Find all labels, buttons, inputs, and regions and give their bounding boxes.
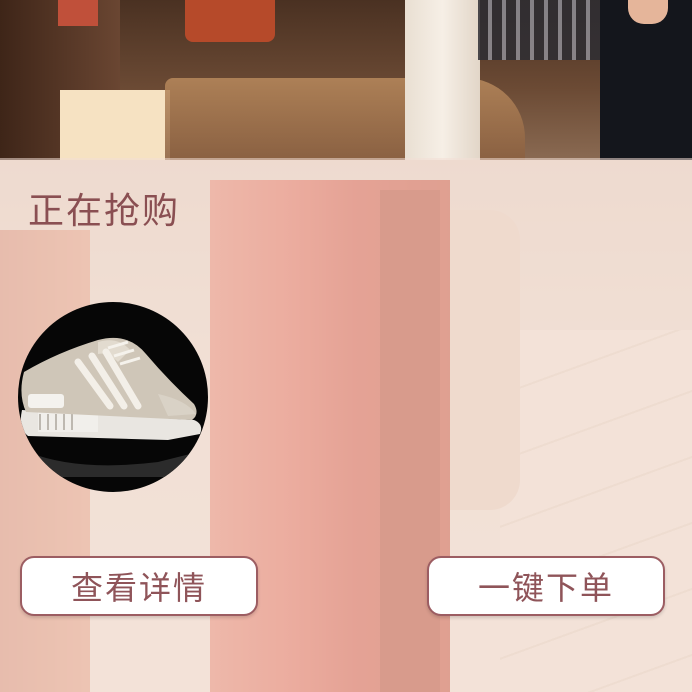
- sunglasses-rack: [478, 0, 618, 60]
- promo-screen: 正在抢购 查看详情 一键下单: [0, 0, 692, 692]
- section-title: 正在抢购: [28, 191, 181, 232]
- lit-counter: [60, 90, 170, 160]
- view-details-button[interactable]: 查看详情: [20, 556, 258, 616]
- sneaker-icon: [20, 337, 202, 477]
- product-thumbnail[interactable]: [18, 302, 208, 492]
- one-click-order-button[interactable]: 一键下单: [427, 556, 665, 616]
- shopper-head: [628, 0, 668, 24]
- handbag-display: [185, 0, 275, 42]
- shopper-figure: [600, 0, 692, 160]
- handbag-display: [58, 0, 98, 26]
- store-pillar: [405, 0, 480, 160]
